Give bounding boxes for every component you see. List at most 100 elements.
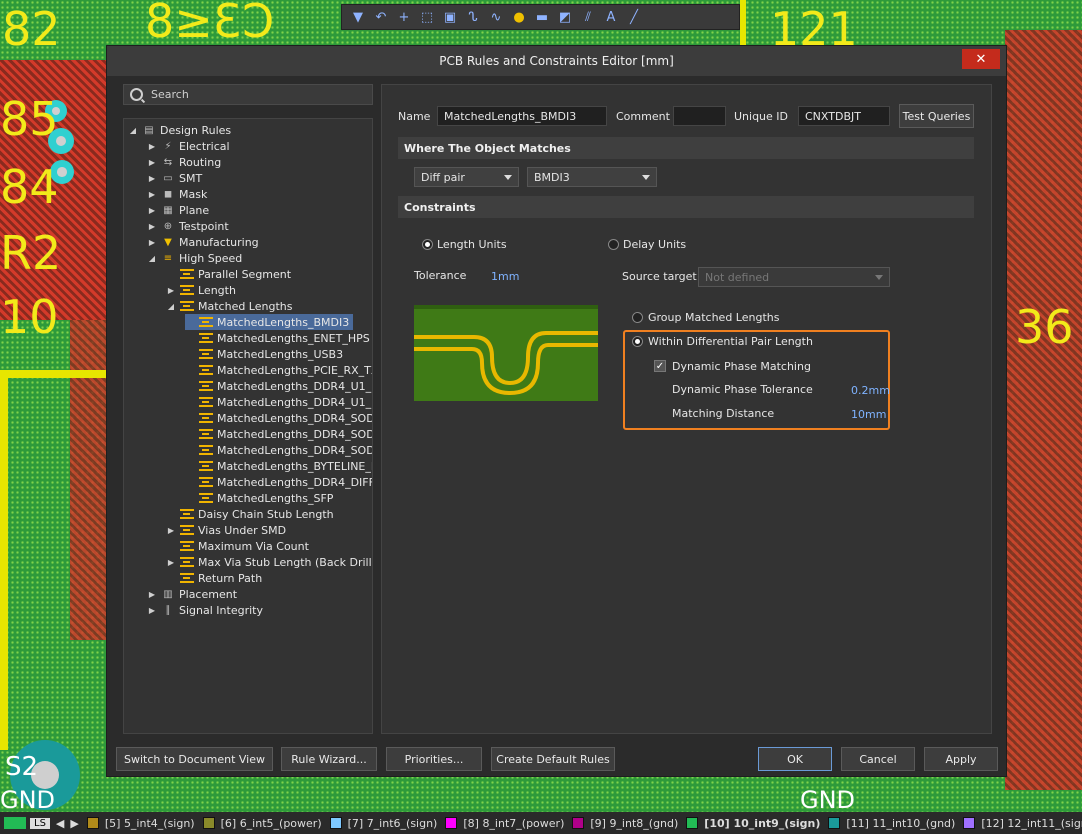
expand-arrow-icon[interactable]: ▶ bbox=[166, 286, 176, 295]
interactive-routing-icon[interactable]: ᔐ bbox=[463, 7, 483, 27]
expand-arrow-icon[interactable]: ▶ bbox=[147, 238, 157, 247]
comment-field[interactable] bbox=[673, 106, 726, 126]
ls-indicator[interactable]: LS bbox=[4, 817, 50, 829]
matching-distance-value[interactable]: 10mm bbox=[851, 408, 886, 421]
within-diff-pair-radio[interactable] bbox=[632, 336, 643, 347]
test-queries-button[interactable]: Test Queries bbox=[899, 104, 974, 128]
create-default-rules-button[interactable]: Create Default Rules bbox=[491, 747, 615, 771]
tree-item-label: Maximum Via Count bbox=[198, 539, 309, 553]
tree-item[interactable]: MatchedLengths_DDR4_SODIM bbox=[185, 442, 372, 458]
expand-arrow-icon[interactable]: ▶ bbox=[147, 606, 157, 615]
tree-item[interactable]: MatchedLengths_PCIE_RX_TX_T bbox=[185, 362, 372, 378]
layer-tab[interactable]: [10] 10_int9_(sign) bbox=[686, 817, 820, 830]
tree-item[interactable]: ▶ ⇆ Routing bbox=[147, 154, 221, 170]
unique-id-field[interactable]: CNXTDBJT bbox=[798, 106, 890, 126]
switch-document-view-button[interactable]: Switch to Document View bbox=[116, 747, 273, 771]
layer-tab[interactable]: [12] 12_int11_(sign) bbox=[963, 817, 1082, 830]
filter-icon[interactable]: ▼ bbox=[348, 7, 368, 27]
expand-arrow-icon[interactable]: ▶ bbox=[147, 206, 157, 215]
dynamic-phase-checkbox[interactable]: ✓ bbox=[654, 360, 666, 372]
tree-item[interactable]: MatchedLengths_ENET_HPS bbox=[185, 330, 370, 346]
tree-item[interactable]: MatchedLengths_DDR4_U1_U1 bbox=[185, 394, 372, 410]
layer-prev-arrow[interactable]: ◀ bbox=[56, 817, 64, 830]
component-icon[interactable]: ▣ bbox=[440, 7, 460, 27]
match-type-select[interactable]: Diff pair bbox=[414, 167, 519, 187]
tree-item-selected[interactable]: MatchedLengths_BMDI3 bbox=[185, 314, 354, 330]
tree-item[interactable]: Return Path bbox=[166, 570, 262, 586]
tree-item[interactable]: ▶ ▼ Manufacturing bbox=[147, 234, 259, 250]
layer-tab[interactable]: [6] 6_int5_(power) bbox=[202, 817, 322, 830]
collapse-arrow-icon[interactable]: ◢ bbox=[128, 126, 138, 135]
layer-tab[interactable]: [8] 8_int7_(power) bbox=[445, 817, 564, 830]
expand-arrow-icon[interactable]: ▶ bbox=[166, 526, 176, 535]
expand-arrow-icon[interactable]: ▶ bbox=[147, 174, 157, 183]
priorities-button[interactable]: Priorities... bbox=[386, 747, 482, 771]
tree-item[interactable]: ▶ ▥ Placement bbox=[147, 586, 237, 602]
tree-item[interactable]: ◢ ≡ High Speed bbox=[147, 250, 242, 266]
tree-item[interactable]: MatchedLengths_USB3 bbox=[185, 346, 343, 362]
tree-item[interactable]: Daisy Chain Stub Length bbox=[166, 506, 334, 522]
group-matched-radio[interactable] bbox=[632, 312, 643, 323]
dialog-titlebar[interactable]: PCB Rules and Constraints Editor [mm] ✕ bbox=[107, 46, 1006, 76]
tree-item[interactable]: MatchedLengths_DDR4_SODIM bbox=[185, 410, 372, 426]
tree-item[interactable]: ▶ Vias Under SMD bbox=[166, 522, 286, 538]
string-icon[interactable]: ⫽ bbox=[578, 7, 598, 27]
expand-arrow-icon[interactable]: ▶ bbox=[147, 142, 157, 151]
chevron-down-icon bbox=[875, 275, 883, 280]
name-field[interactable]: MatchedLengths_BMDI3 bbox=[437, 106, 607, 126]
expand-arrow-icon[interactable]: ▶ bbox=[147, 190, 157, 199]
layer-tab[interactable]: [9] 9_int8_(gnd) bbox=[572, 817, 678, 830]
manufacturing-icon: ▼ bbox=[164, 236, 172, 248]
line-icon[interactable]: ╱ bbox=[624, 7, 644, 27]
region-icon[interactable]: ◩ bbox=[555, 7, 575, 27]
layer-next-arrow[interactable]: ▶ bbox=[70, 817, 78, 830]
length-units-radio[interactable] bbox=[422, 239, 433, 250]
expand-arrow-icon[interactable]: ▶ bbox=[147, 590, 157, 599]
pin-icon[interactable]: ● bbox=[509, 7, 529, 27]
source-target-value: Not defined bbox=[705, 270, 770, 284]
tree-item[interactable]: MatchedLengths_DDR4_DIFF bbox=[185, 474, 372, 490]
tree-item[interactable]: MatchedLengths_SFP bbox=[185, 490, 333, 506]
tree-item[interactable]: Parallel Segment bbox=[166, 266, 291, 282]
collapse-arrow-icon[interactable]: ◢ bbox=[147, 254, 157, 263]
source-target-select[interactable]: Not defined bbox=[698, 267, 890, 287]
add-icon[interactable]: + bbox=[394, 7, 414, 27]
tree-item[interactable]: Maximum Via Count bbox=[166, 538, 309, 554]
tree-item[interactable]: ◢ Matched Lengths bbox=[166, 298, 293, 314]
apply-button[interactable]: Apply bbox=[924, 747, 998, 771]
dynamic-phase-tolerance-value[interactable]: 0.2mm bbox=[851, 384, 890, 397]
fill-icon[interactable]: ▬ bbox=[532, 7, 552, 27]
layer-tab[interactable]: [5] 5_int4_(sign) bbox=[86, 817, 195, 830]
rectangle-select-icon[interactable]: ⬚ bbox=[417, 7, 437, 27]
tree-item[interactable]: ▶ Length bbox=[166, 282, 236, 298]
route-icon[interactable]: ↶ bbox=[371, 7, 391, 27]
cancel-button[interactable]: Cancel bbox=[841, 747, 915, 771]
tree-item[interactable]: ▶ Max Via Stub Length (Back Drilling bbox=[166, 554, 372, 570]
layer-tab[interactable]: [7] 7_int6_(sign) bbox=[329, 817, 437, 830]
ok-button[interactable]: OK bbox=[758, 747, 832, 771]
tolerance-value[interactable]: 1mm bbox=[491, 270, 519, 283]
tree-item[interactable]: MatchedLengths_DDR4_SODIM bbox=[185, 426, 372, 442]
tree-item[interactable]: MatchedLengths_DDR4_U1_U1 bbox=[185, 378, 372, 394]
tree-item[interactable]: MatchedLengths_BYTELINE_IC_ bbox=[185, 458, 372, 474]
match-value-select[interactable]: BMDI3 bbox=[527, 167, 657, 187]
rule-wizard-button[interactable]: Rule Wizard... bbox=[281, 747, 377, 771]
tree-item[interactable]: ▶ ▦ Plane bbox=[147, 202, 209, 218]
tree-item[interactable]: ▶ ▭ SMT bbox=[147, 170, 202, 186]
tree-item[interactable]: ▶ ⊕ Testpoint bbox=[147, 218, 229, 234]
layer-color-swatch bbox=[686, 817, 699, 829]
search-input[interactable]: Search bbox=[123, 84, 373, 105]
tree-item[interactable]: ▶ ◼ Mask bbox=[147, 186, 207, 202]
length-tuning-icon[interactable]: ∿ bbox=[486, 7, 506, 27]
text-icon[interactable]: A bbox=[601, 7, 621, 27]
tree-item[interactable]: ◢ ▤ Design Rules bbox=[128, 122, 231, 138]
expand-arrow-icon[interactable]: ▶ bbox=[147, 222, 157, 231]
collapse-arrow-icon[interactable]: ◢ bbox=[166, 302, 176, 311]
tree-item[interactable]: ▶ ⚡ Electrical bbox=[147, 138, 230, 154]
layer-tab[interactable]: [11] 11_int10_(gnd) bbox=[828, 817, 955, 830]
expand-arrow-icon[interactable]: ▶ bbox=[166, 558, 176, 567]
expand-arrow-icon[interactable]: ▶ bbox=[147, 158, 157, 167]
delay-units-radio[interactable] bbox=[608, 239, 619, 250]
close-button[interactable]: ✕ bbox=[962, 49, 1000, 69]
tree-item[interactable]: ▶ ∥ Signal Integrity bbox=[147, 602, 263, 618]
